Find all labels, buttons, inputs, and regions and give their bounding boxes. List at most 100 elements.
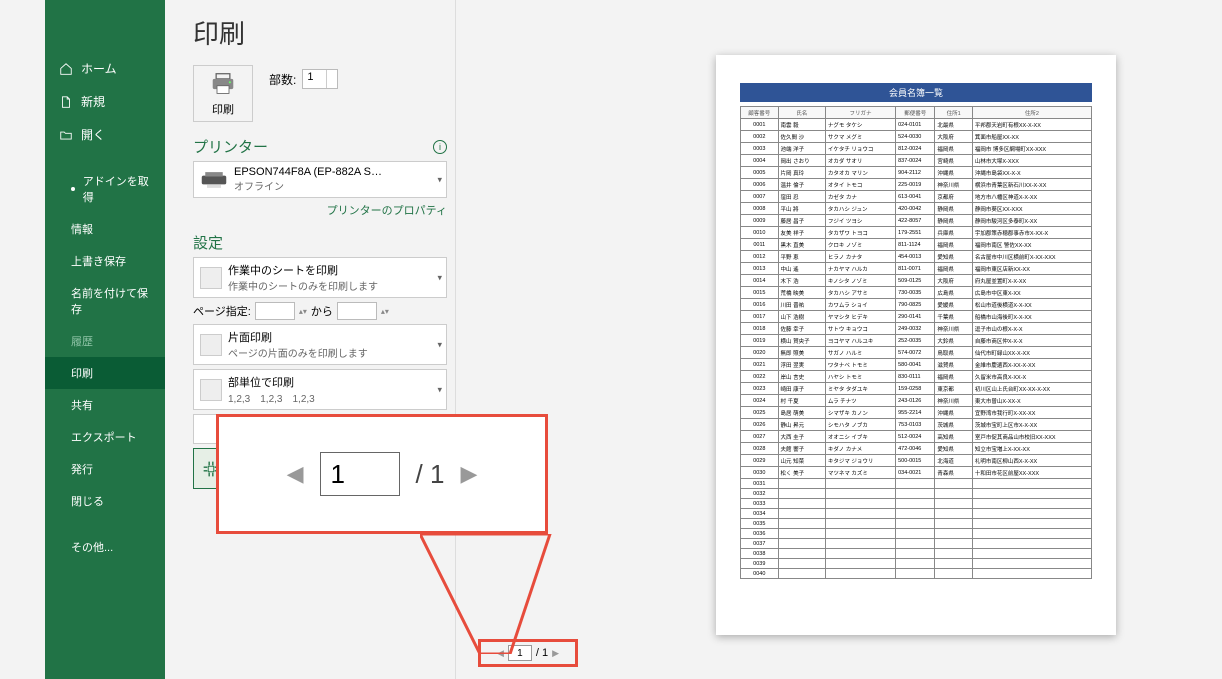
table-header: 住所2 [972, 107, 1091, 119]
nav-export[interactable]: エクスポート [45, 421, 165, 453]
settings-section-header: 設定 [193, 232, 447, 253]
table-header: 郵便番号 [896, 107, 935, 119]
side-icon [200, 334, 222, 356]
table-row: 0020無即 照美サガノ ハルミ574-0072鳥取県仙代市町緑山XX-X-XX [741, 347, 1092, 359]
table-row: 0036 [741, 529, 1092, 539]
nav-print[interactable]: 印刷 [45, 357, 165, 389]
main-area: 印刷 印刷 部数: 1 プリンター i [165, 0, 1222, 679]
settings-header-label: 設定 [193, 232, 223, 253]
page-range-to-label: から [311, 303, 333, 319]
table-row: 0003池端 洋子イケタチ リョウコ812-0024福岡県福岡市 博多区網場町X… [741, 143, 1092, 155]
nav-close[interactable]: 閉じる [45, 485, 165, 517]
page-title: 印刷 [193, 14, 447, 51]
nav-more-label: その他... [71, 539, 113, 555]
copies-input[interactable]: 1 [302, 69, 338, 89]
table-header: フリガナ [825, 107, 895, 119]
table-row: 0005片岡 真玲カタオカ マリン904-2112沖縄県沖縄市島袋XX-X-X [741, 167, 1092, 179]
table-row: 0013中山 遙ナカヤマ ハルカ811-0071福岡県福岡市東区店新XX-XX [741, 263, 1092, 275]
printer-header-label: プリンター [193, 136, 268, 157]
table-header: 氏名 [778, 107, 825, 119]
current-page-input[interactable] [508, 645, 532, 661]
table-row: 0025島居 萌美シマザキ カノン955-2214沖縄県宜野湾市我行町X-XX-… [741, 407, 1092, 419]
table-row: 0017山下 浩樹ヤマシタ ヒデキ290-0141千葉県船橋市山海後町X-X-X… [741, 311, 1092, 323]
nav-print-label: 印刷 [71, 365, 93, 381]
print-button[interactable]: 印刷 [193, 65, 253, 122]
table-row: 0006温井 倫子オタイ トモコ225-0019神奈川県横浜市青葉区新石川XX-… [741, 179, 1092, 191]
document-icon [59, 95, 73, 109]
next-page-arrow[interactable]: ▶ [552, 648, 559, 659]
info-icon[interactable]: i [433, 140, 447, 154]
nav-publish[interactable]: 発行 [45, 453, 165, 485]
nav-addins[interactable]: アドインを取得 [45, 165, 165, 213]
print-what-sub: 作業中のシートのみを印刷します [228, 278, 378, 293]
collate-main: 部単位で印刷 [228, 374, 315, 390]
sides-main: 片面印刷 [228, 329, 368, 345]
sides-dropdown[interactable]: 片面印刷 ページの片面のみを印刷します [193, 324, 447, 365]
home-icon [59, 62, 73, 76]
table-row: 0008平山 將タカハシ ジュン420-0042静岡県静岡市葵区XX-XXX [741, 203, 1092, 215]
table-row: 0009藤居 昌子フジイ ツヨシ422-8057静岡県静岡市駿河区多泰町X-XX [741, 215, 1092, 227]
table-row: 0037 [741, 539, 1092, 549]
sheet-icon [200, 267, 222, 289]
page-navigator-footer: ◀ / 1 ▶ [478, 639, 578, 667]
table-row: 0034 [741, 509, 1092, 519]
table-row: 0040 [741, 569, 1092, 579]
nav-close-label: 閉じる [71, 493, 104, 509]
current-page-input-large[interactable] [320, 452, 400, 496]
printer-dropdown[interactable]: EPSON744F8A (EP-882A S… オフライン [193, 161, 447, 198]
print-what-dropdown[interactable]: 作業中のシートを印刷 作業中のシートのみを印刷します [193, 257, 447, 298]
nav-open[interactable]: 開く [45, 118, 165, 151]
table-row: 0024村 千夏ムラ チナツ243-0126神奈川県東大市曽山X-XX-X [741, 395, 1092, 407]
printer-icon [209, 72, 237, 96]
printer-device-icon [200, 170, 228, 190]
nav-save[interactable]: 上書き保存 [45, 245, 165, 277]
table-header: 顧客番号 [741, 107, 779, 119]
table-row: 0028夫館 響子キダノ カナメ472-0046愛知県知立市宝増上X-XX-XX [741, 443, 1092, 455]
prev-page-arrow[interactable]: ◀ [497, 648, 504, 659]
nav-saveas[interactable]: 名前を付けて保存 [45, 277, 165, 325]
total-pages: / 1 [536, 647, 548, 659]
nav-share-label: 共有 [71, 397, 93, 413]
nav-new[interactable]: 新規 [45, 85, 165, 118]
nav-share[interactable]: 共有 [45, 389, 165, 421]
collate-dropdown[interactable]: 部単位で印刷 1,2,3 1,2,3 1,2,3 [193, 369, 447, 410]
nav-save-label: 上書き保存 [71, 253, 126, 269]
folder-open-icon [59, 128, 73, 142]
settings-column: 印刷 印刷 部数: 1 プリンター i [165, 0, 455, 679]
printer-properties-link[interactable]: プリンターのプロパティ [193, 202, 447, 218]
table-row: 0035 [741, 519, 1092, 529]
nav-info-label: 情報 [71, 221, 93, 237]
table-row: 0011黒木 直美クロキ ノゾミ811-1124福岡県福岡市南区 警佐XX-XX [741, 239, 1092, 251]
next-page-arrow-large[interactable]: ▶ [460, 461, 477, 487]
table-row: 0038 [741, 549, 1092, 559]
table-row: 0007窪田 忍カゼタ カナ613-0041京都府地方市八幡区神道X-X-XX [741, 191, 1092, 203]
nav-info[interactable]: 情報 [45, 213, 165, 245]
table-row: 0002佐久間 沙サクマ メグミ524-0030大阪府箕面市船屋XX-XX [741, 131, 1092, 143]
page-from-input[interactable] [255, 302, 295, 320]
table-row: 0019横山 賀央子ヨコヤマ ハルユキ252-0035大鈴県自藤市商区仲X-X-… [741, 335, 1092, 347]
nav-more[interactable]: その他... [45, 531, 165, 563]
table-row: 0004岡出 さおりオカダ サオリ837-0024宮崎県山林市大塚X-XXX [741, 155, 1092, 167]
table-row: 0018佐藤 幸子サトウ キョウコ249-0032神奈川県逗子市山の根X-X-X [741, 323, 1092, 335]
table-row: 0015荒橋 映美タカハシ アサミ730-0035広島県広島市中区東X-XX [741, 287, 1092, 299]
table-row: 0027大西 圭子オオニシ イブキ512-0024高知県室戸市促其商品山市校旧X… [741, 431, 1092, 443]
total-pages-large: / 1 [416, 459, 445, 490]
nav-publish-label: 発行 [71, 461, 93, 477]
nav-history-label: 履歴 [71, 333, 93, 349]
printer-status: オフライン [234, 178, 382, 193]
table-row: 0033 [741, 499, 1092, 509]
table-row: 0021浮田 翌実ワタナベ トモミ580-0041滋賀県金維市慶遺西X-XX-X… [741, 359, 1092, 371]
nav-export-label: エクスポート [71, 429, 137, 445]
page-range-row: ページ指定: ▴▾ から ▴▾ [193, 302, 447, 320]
table-row: 0030松く 美子マツネマ カズミ034-0021青森県十和田市花区前屋XX-X… [741, 467, 1092, 479]
nav-history: 履歴 [45, 325, 165, 357]
prev-page-arrow-large[interactable]: ◀ [287, 461, 304, 487]
table-row: 0029山元 知菜キタジマ ジョウリ500-0015北海道礼明市南区柳山西X-X… [741, 455, 1092, 467]
nav-home[interactable]: ホーム [45, 52, 165, 85]
page-to-input[interactable] [337, 302, 377, 320]
table-header: 住所1 [935, 107, 973, 119]
copies-label: 部数: [269, 71, 296, 88]
table-row: 0016川田 晋祐カワムラ ショイ790-0825愛媛県松山市道後横道X-X-X… [741, 299, 1092, 311]
table-row: 0023崎田 康子ミヤタ タダユキ159-0258東京都初川区山上氏台町XX-X… [741, 383, 1092, 395]
preview-title: 会員名簿一覧 [740, 83, 1092, 102]
